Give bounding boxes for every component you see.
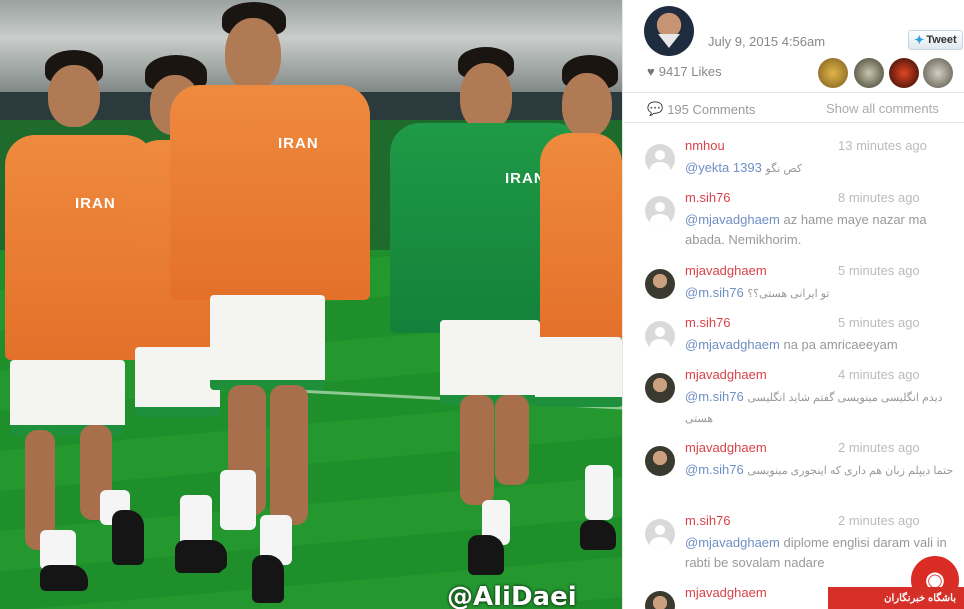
comment-body: @mjavadghaem na pa amricaeeyam — [685, 335, 963, 355]
comment-time: 8 minutes ago — [838, 190, 920, 205]
comment-time: 13 minutes ago — [838, 138, 927, 153]
comment-mention[interactable]: @mjavadghaem — [685, 535, 780, 550]
comments-count-label: 195 Comments — [667, 101, 756, 117]
comment-username[interactable]: mjavadghaem — [685, 367, 767, 382]
commenter-avatar[interactable] — [645, 144, 675, 174]
comment-username[interactable]: mjavadghaem — [685, 263, 767, 278]
liker-avatar[interactable] — [923, 58, 953, 88]
comment-body: @m.sih76 دیدم انگلیسی مینویسی گفتم شاید … — [685, 387, 963, 429]
comment-body: @yekta 1393 کص نگو — [685, 158, 963, 179]
show-all-comments-link[interactable]: Show all comments — [826, 101, 939, 116]
commenter-avatar[interactable] — [645, 196, 675, 226]
comment-text: تو ایرانی هستی؟؟ — [747, 288, 830, 300]
photo-watermark: @AliDaei — [447, 582, 577, 609]
commenter-avatar[interactable] — [645, 446, 675, 476]
divider — [623, 122, 964, 123]
liker-avatar[interactable] — [854, 58, 884, 88]
comments-count: 💬 195 Comments — [647, 101, 755, 117]
commenter-avatar[interactable] — [645, 591, 675, 609]
likes-label: 9417 Likes — [658, 64, 722, 79]
player-right-orange — [530, 55, 622, 555]
comment-time: 5 minutes ago — [838, 263, 920, 278]
comment-text: na pa amricaeeyam — [783, 337, 898, 352]
comment-mention[interactable]: @mjavadghaem — [685, 337, 780, 352]
twitter-bird-icon: ✦ — [914, 33, 925, 47]
comment-username[interactable]: mjavadghaem — [685, 440, 767, 455]
comment-username[interactable]: m.sih76 — [685, 513, 731, 528]
commenter-avatar[interactable] — [645, 269, 675, 299]
jersey-text: IRAN — [278, 135, 319, 152]
comment-username[interactable]: m.sih76 — [685, 190, 731, 205]
jersey-text: IRAN — [75, 195, 116, 212]
player-center-orange: IRAN — [160, 0, 380, 609]
tweet-button[interactable]: ✦ Tweet — [908, 30, 963, 50]
comment-mention[interactable]: @mjavadghaem — [685, 212, 780, 227]
comment-text: حتما دیپلم زبان هم داری که اینجوری مینوی… — [747, 465, 954, 477]
comment-time: 4 minutes ago — [838, 367, 920, 382]
comment-icon: 💬 — [647, 101, 664, 116]
post-date: July 9, 2015 4:56am — [708, 34, 826, 49]
author-avatar[interactable] — [644, 6, 694, 56]
post-photo[interactable]: IRAN IRAN IRAN @AliDaei — [0, 0, 622, 609]
comment-mention[interactable]: @yekta 1393 — [685, 160, 762, 175]
comment-time: 2 minutes ago — [838, 440, 920, 455]
comment-time: 5 minutes ago — [838, 315, 920, 330]
commenter-avatar[interactable] — [645, 373, 675, 403]
comment-username[interactable]: nmhou — [685, 138, 725, 153]
heart-icon: ♥ — [647, 64, 655, 79]
comment-mention[interactable]: @m.sih76 — [685, 285, 744, 300]
comment-body: @m.sih76 تو ایرانی هستی؟؟ — [685, 283, 963, 304]
news-agency-badge: باشگاه خبرنگاران — [828, 587, 964, 609]
comment-body: @mjavadghaem az hame maye nazar ma abada… — [685, 210, 963, 250]
divider — [623, 92, 964, 93]
comment-username[interactable]: m.sih76 — [685, 315, 731, 330]
post-info-panel: July 9, 2015 4:56am ✦ Tweet ♥ 9417 Likes… — [622, 0, 964, 609]
comment-time: 2 minutes ago — [838, 513, 920, 528]
tweet-button-label: Tweet — [926, 34, 957, 46]
commenter-avatar[interactable] — [645, 321, 675, 351]
liker-avatar[interactable] — [818, 58, 848, 88]
liker-avatar[interactable] — [889, 58, 919, 88]
comment-mention[interactable]: @m.sih76 — [685, 389, 744, 404]
comment-body: @m.sih76 حتما دیپلم زبان هم داری که اینج… — [685, 460, 963, 481]
comment-text: کص نگو — [765, 163, 803, 175]
comment-username[interactable]: mjavadghaem — [685, 585, 767, 600]
likes-count: ♥ 9417 Likes — [647, 64, 722, 79]
commenter-avatar[interactable] — [645, 519, 675, 549]
comment-mention[interactable]: @m.sih76 — [685, 462, 744, 477]
